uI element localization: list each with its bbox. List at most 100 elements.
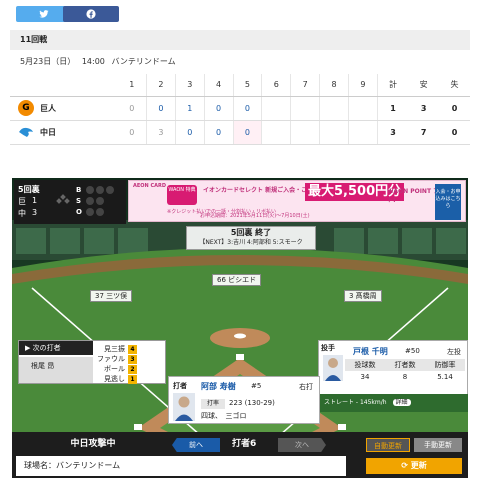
batter-tag: 打者 — [173, 382, 187, 390]
pitch-detail-button[interactable]: 詳細 — [392, 399, 411, 406]
inning-header: 5 — [233, 74, 263, 97]
ad-cta-button[interactable]: 入会・お申込みはこちら — [435, 184, 461, 220]
total-runs: 3 — [377, 120, 409, 145]
inning-score: 3 — [146, 120, 176, 145]
batting-avg-label: 打率 — [201, 399, 225, 409]
total-errors: 0 — [439, 120, 470, 145]
inning-state: 5回裏 — [18, 185, 40, 194]
team-name[interactable]: 巨人 — [40, 103, 56, 114]
inning-score — [319, 96, 349, 121]
inning-score — [348, 120, 378, 145]
count-row: 見三振 4 — [97, 344, 137, 354]
bso-score-row: 巨 1 — [18, 196, 37, 207]
stat-value: 34 — [360, 373, 370, 381]
ball-lamp — [106, 185, 114, 194]
refresh-icon: ⟳ — [401, 461, 408, 470]
pitcher-number: #50 — [405, 347, 420, 355]
batter-number: #5 — [251, 382, 262, 390]
giants-logo-icon: G — [18, 100, 34, 116]
inning-status-title: 5回裏 終了 — [230, 228, 272, 237]
stadium-name: 球場名：バンテリンドーム — [16, 456, 346, 476]
inning-score: 0 — [175, 120, 205, 145]
count-label: ボール — [104, 365, 125, 373]
pitcher-hand: 左投 — [447, 348, 461, 356]
prev-batter-button[interactable]: 前へ — [172, 438, 220, 452]
team-name[interactable]: 中日 — [40, 127, 56, 138]
pitcher-stats: 投球数 打者数 防御率 34 8 5.14 — [345, 359, 465, 383]
ball-lamp — [86, 185, 94, 194]
auto-refresh-button[interactable]: 自動更新 — [366, 438, 410, 452]
inning-header: 3 — [175, 74, 205, 97]
pitcher-tag: 投手 — [321, 344, 335, 352]
ad-brand: AEON CARD — [133, 183, 167, 189]
count-value: 2 — [128, 364, 137, 374]
inning-header: 8 — [319, 74, 349, 97]
twitter-icon — [39, 10, 49, 18]
next-batter-panel: ▶ 次の打者 根尾 昂 見三振 4 ファウル 3 ボール 2 見逃し 1 — [18, 340, 166, 384]
out-lamp — [96, 207, 104, 216]
refresh-label: 更新 — [410, 461, 427, 470]
team-row-dragons: 中日 0 3 0 0 0 3 7 0 — [10, 120, 470, 145]
next-batter-header: ▶ 次の打者 — [19, 341, 93, 355]
ball-lamp — [96, 185, 104, 194]
stat-header: 防御率 — [425, 359, 465, 371]
scoreboard: 1 2 3 4 5 6 7 8 9 計 安 失 G 巨人 0 0 1 0 0 1… — [10, 74, 470, 145]
team-row-giants: G 巨人 0 0 1 0 0 1 3 0 — [10, 96, 470, 121]
pitch-counts: 見三振 4 ファウル 3 ボール 2 見逃し 1 — [97, 344, 137, 384]
inning-score — [261, 120, 292, 145]
total-hits: 3 — [408, 96, 440, 121]
scoreboard-header: 1 2 3 4 5 6 7 8 9 計 安 失 — [10, 74, 470, 97]
last-pitch-bar: ストレート - 145km/h 詳細 — [318, 394, 468, 412]
batter-name[interactable]: 阿部 寿樹 — [201, 381, 236, 392]
inning-header: 4 — [204, 74, 234, 97]
control-bar: 中日攻撃中 前へ 打者6 次へ 球場名：バンテリンドーム 自動更新 手動更新 ⟳… — [12, 432, 468, 478]
team-abbr: 巨 — [18, 197, 26, 206]
count-lamps: B S O — [76, 184, 114, 217]
refresh-button[interactable]: ⟳ 更新 — [366, 458, 462, 474]
inning-header: 9 — [348, 74, 378, 97]
team-score: 1 — [32, 196, 38, 205]
batting-avg: 223 (130-29) — [229, 399, 275, 407]
next-batter-name[interactable]: 根尾 昂 — [19, 357, 93, 383]
manual-refresh-button[interactable]: 手動更新 — [414, 438, 462, 452]
total-errors: 0 — [439, 96, 470, 121]
count-label: 見三振 — [104, 345, 125, 353]
fielder-right[interactable]: 3 髙橋周 — [344, 290, 382, 302]
last-pitch: ストレート - 145km/h — [324, 399, 387, 406]
inning-score — [290, 96, 321, 121]
count-value: 3 — [128, 354, 137, 364]
stat-header: 投球数 — [345, 359, 385, 371]
round-label: 11回戦 — [10, 30, 470, 50]
inning-score: 0 — [146, 96, 176, 121]
count-row: 見逃し 1 — [97, 374, 137, 384]
total-runs: 1 — [377, 96, 409, 121]
facebook-icon — [86, 9, 96, 19]
inning-score — [261, 96, 292, 121]
fielder-left[interactable]: 37 三ツ俣 — [90, 290, 133, 302]
runs-header: 計 — [377, 74, 409, 97]
inning-score — [290, 120, 321, 145]
bso-panel: 5回裏 巨 1 中 3 B S O — [14, 180, 126, 224]
bso-score-row: 中 3 — [18, 208, 37, 219]
inning-score: 0 — [204, 120, 234, 145]
next-batter-button[interactable]: 次へ — [278, 438, 326, 452]
count-value: 1 — [128, 374, 137, 384]
match-info: 5月23日（日） 14:00 バンテリンドーム — [20, 56, 180, 67]
facebook-share-button[interactable] — [63, 6, 119, 22]
fielder-center[interactable]: 66 ビシエド — [212, 274, 262, 286]
inning-score: 0 — [204, 96, 234, 121]
batter-hand: 右打 — [299, 383, 313, 391]
batter-photo-icon — [173, 393, 195, 421]
balls-label: B — [76, 185, 82, 194]
at-bat-history: 四球、 三ゴロ — [201, 412, 247, 420]
count-label: 見逃し — [104, 375, 125, 383]
inning-header: 6 — [261, 74, 292, 97]
attack-status: 中日攻撃中 — [70, 439, 116, 449]
stat-value: 8 — [402, 373, 408, 381]
strikes-label: S — [76, 196, 82, 205]
hits-header: 安 — [408, 74, 440, 97]
inning-score: 0 — [233, 120, 263, 145]
count-row: ボール 2 — [97, 364, 137, 374]
pitcher-name[interactable]: 戸根 千明 — [353, 346, 388, 357]
dragons-logo-icon — [18, 125, 34, 139]
